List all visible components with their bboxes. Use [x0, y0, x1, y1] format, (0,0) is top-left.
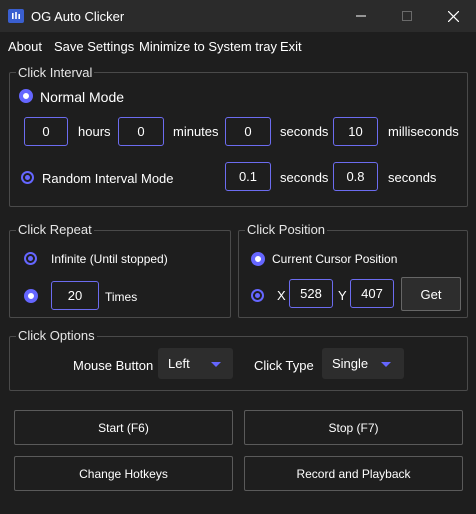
change-hotkeys-button[interactable]: Change Hotkeys	[14, 456, 233, 491]
milliseconds-label: milliseconds	[388, 124, 459, 139]
random-max-label: seconds	[388, 170, 437, 185]
menu-about[interactable]: About	[8, 39, 42, 54]
menu-save-settings[interactable]: Save Settings	[54, 39, 134, 54]
get-position-button[interactable]: Get	[401, 277, 461, 311]
record-playback-button[interactable]: Record and Playback	[244, 456, 463, 491]
maximize-icon	[402, 11, 412, 21]
menu-minimize-to-tray[interactable]: Minimize to System tray	[139, 39, 277, 54]
milliseconds-input[interactable]: 10	[333, 117, 378, 146]
custom-position-radio[interactable]	[251, 289, 264, 302]
stop-button[interactable]: Stop (F7)	[244, 410, 463, 445]
random-mode-radio[interactable]	[21, 171, 34, 184]
normal-mode-radio[interactable]	[19, 89, 33, 103]
click-interval-title: Click Interval	[16, 65, 95, 80]
window-title: OG Auto Clicker	[31, 9, 125, 24]
mouse-button-dropdown[interactable]: Left	[158, 348, 233, 379]
y-label: Y	[338, 288, 347, 303]
mouse-button-label: Mouse Button	[73, 358, 154, 373]
times-label: Times	[105, 290, 138, 304]
close-icon	[447, 10, 459, 22]
close-button[interactable]	[430, 0, 476, 32]
maximize-button[interactable]	[384, 0, 430, 32]
infinite-label: Infinite (Until stopped)	[51, 252, 168, 266]
normal-mode-label: Normal Mode	[40, 89, 125, 105]
minutes-label: minutes	[173, 124, 219, 139]
mouse-button-value: Left	[168, 356, 190, 371]
current-position-radio[interactable]	[251, 252, 265, 266]
repeat-times-input[interactable]: 20	[51, 281, 99, 310]
start-button[interactable]: Start (F6)	[14, 410, 233, 445]
click-type-value: Single	[332, 356, 369, 371]
random-min-label: seconds	[280, 170, 329, 185]
y-coordinate-input[interactable]: 407	[350, 279, 394, 308]
menu-exit[interactable]: Exit	[280, 39, 302, 54]
click-type-label: Click Type	[254, 358, 314, 373]
chevron-down-icon	[211, 362, 221, 367]
random-min-input[interactable]: 0.1	[225, 162, 271, 191]
minutes-input[interactable]: 0	[118, 117, 164, 146]
random-max-input[interactable]: 0.8	[333, 162, 378, 191]
chevron-down-icon	[381, 362, 391, 367]
minimize-icon	[356, 15, 366, 17]
minimize-button[interactable]	[338, 0, 384, 32]
click-repeat-group	[9, 230, 231, 318]
infinite-radio[interactable]	[24, 252, 37, 265]
random-mode-label: Random Interval Mode	[42, 171, 174, 186]
times-radio[interactable]	[24, 289, 38, 303]
seconds-input[interactable]: 0	[225, 117, 271, 146]
click-position-title: Click Position	[245, 222, 328, 237]
seconds-label: seconds	[280, 124, 329, 139]
hours-label: hours	[78, 124, 111, 139]
x-coordinate-input[interactable]: 528	[289, 279, 333, 308]
click-options-title: Click Options	[16, 328, 97, 343]
x-label: X	[277, 288, 286, 303]
click-type-dropdown[interactable]: Single	[322, 348, 404, 379]
hours-input[interactable]: 0	[24, 117, 68, 146]
click-repeat-title: Click Repeat	[16, 222, 94, 237]
app-icon	[8, 9, 24, 23]
current-position-label: Current Cursor Position	[272, 252, 398, 266]
